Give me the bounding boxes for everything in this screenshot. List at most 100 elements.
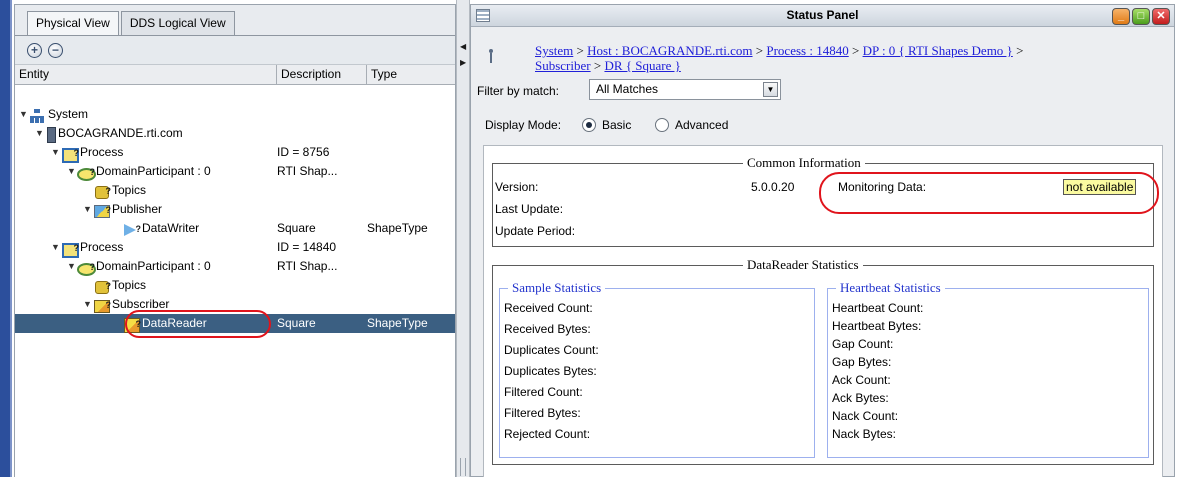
expand-arrow-icon[interactable]: ▼ — [35, 124, 45, 143]
stat-label: Received Count: — [504, 301, 593, 315]
stat-label: Ack Bytes: — [832, 391, 889, 405]
expand-arrow-icon[interactable]: ▼ — [67, 257, 77, 276]
breadcrumb-separator: > — [1012, 43, 1024, 58]
column-type[interactable]: Type — [367, 65, 455, 85]
tree-row-datawriter[interactable]: ? DataWriter Square ShapeType — [15, 219, 455, 238]
stat-label: Ack Count: — [832, 373, 891, 387]
expand-arrow-icon[interactable]: ▼ — [83, 200, 93, 219]
last-update-label: Last Update: — [495, 202, 564, 216]
stat-label: Duplicates Count: — [504, 343, 599, 357]
column-entity[interactable]: Entity — [15, 65, 277, 85]
breadcrumb-datareader[interactable]: DR { Square } — [604, 58, 680, 73]
tree-label: DomainParticipant : 0 — [96, 259, 211, 273]
breadcrumb-dp[interactable]: DP : 0 { RTI Shapes Demo } — [863, 43, 1013, 58]
close-button[interactable]: ✕ — [1152, 8, 1170, 25]
tree-description: Square — [277, 316, 316, 330]
expand-arrow-icon[interactable]: ▼ — [67, 162, 77, 181]
tree-description: RTI Shap... — [277, 164, 338, 178]
plus-icon: + — [30, 43, 38, 57]
tree-header: Entity Description Type — [15, 65, 455, 85]
tree-row-domain-participant[interactable]: ▼? DomainParticipant : 0 RTI Shap... — [15, 162, 455, 181]
tree-description: Square — [277, 221, 316, 235]
tree-description: ID = 8756 — [277, 145, 330, 159]
tree-row-domain-participant[interactable]: ▼? DomainParticipant : 0 RTI Shap... — [15, 257, 455, 276]
tree-row-system[interactable]: ▼ System — [15, 105, 455, 124]
tree-row-topics[interactable]: ? Topics — [15, 181, 455, 200]
collapse-left-arrow-icon[interactable]: ◀ — [460, 42, 466, 51]
publisher-icon: ? — [93, 203, 111, 218]
common-information-title: Common Information — [743, 155, 865, 171]
minimize-button[interactable]: _ — [1112, 8, 1130, 25]
breadcrumb-subscriber[interactable]: Subscriber — [535, 58, 591, 73]
stat-label: Duplicates Bytes: — [504, 364, 597, 378]
status-content: Common Information Version: 5.0.0.20 Las… — [483, 145, 1163, 477]
stat-label: Nack Count: — [832, 409, 899, 423]
tree-row-process[interactable]: ▼? Process ID = 8756 — [15, 143, 455, 163]
tree-description: RTI Shap... — [277, 259, 338, 273]
view-tabs: Physical View DDS Logical View — [27, 11, 237, 35]
tab-physical-view[interactable]: Physical View — [27, 11, 119, 35]
expand-arrow-icon[interactable]: ▼ — [83, 295, 93, 314]
topics-icon: ? — [93, 279, 111, 294]
heartbeat-statistics-group: Heartbeat Statistics Heartbeat Count: He… — [827, 280, 1149, 458]
heartbeat-statistics-title: Heartbeat Statistics — [836, 280, 945, 296]
tree-label: Topics — [112, 278, 147, 292]
tab-dds-logical-view[interactable]: DDS Logical View — [120, 11, 235, 35]
stat-label: Gap Count: — [832, 337, 894, 351]
stat-label: Received Bytes: — [504, 322, 591, 336]
tree-type: ShapeType — [367, 221, 428, 235]
stat-label: Filtered Count: — [504, 385, 583, 399]
breadcrumb-process[interactable]: Process : 14840 — [766, 43, 848, 58]
expand-arrow-icon[interactable]: ▼ — [19, 105, 29, 124]
display-mode-label: Display Mode: — [485, 118, 562, 132]
tree-row-process[interactable]: ▼? Process ID = 14840 — [15, 238, 455, 258]
collapse-right-arrow-icon[interactable]: ▶ — [460, 58, 466, 67]
expand-arrow-icon[interactable]: ▼ — [51, 238, 61, 257]
collapse-all-button[interactable]: − — [48, 43, 63, 58]
radio-basic-label[interactable]: Basic — [602, 118, 631, 132]
minus-icon: − — [51, 43, 59, 57]
breadcrumb-separator: > — [573, 43, 588, 58]
domain-participant-icon: ? — [77, 165, 96, 181]
stat-label: Rejected Count: — [504, 427, 591, 441]
radio-advanced-label[interactable]: Advanced — [675, 118, 728, 132]
version-value: 5.0.0.20 — [751, 180, 795, 194]
datareader-statistics-group: DataReader Statistics Sample Statistics … — [492, 257, 1154, 465]
status-panel-title-bar[interactable]: Status Panel _ □ ✕ — [471, 5, 1174, 27]
tree-label: System — [48, 107, 89, 121]
breadcrumb-separator: > — [590, 58, 605, 73]
tree-label: Process — [80, 240, 124, 254]
breadcrumb-host[interactable]: Host : BOCAGRANDE.rti.com — [587, 43, 752, 58]
stat-label: Filtered Bytes: — [504, 406, 581, 420]
sample-statistics-group: Sample Statistics Received Count: Receiv… — [499, 280, 815, 458]
panel-splitter[interactable]: ◀ ▶ — [456, 0, 470, 477]
breadcrumb-system[interactable]: System — [535, 43, 573, 58]
tree-row-topics[interactable]: ? Topics — [15, 276, 455, 295]
tree-toolbar: + − — [15, 35, 455, 65]
splitter-grip-icon[interactable] — [460, 458, 466, 476]
column-description[interactable]: Description — [277, 65, 367, 85]
process-icon: ? — [61, 146, 79, 163]
sample-statistics-title: Sample Statistics — [508, 280, 606, 296]
stat-label: Heartbeat Bytes: — [832, 319, 922, 333]
chevron-down-icon[interactable]: ▼ — [763, 82, 778, 97]
expand-all-button[interactable]: + — [27, 43, 42, 58]
pin-icon[interactable] — [487, 49, 495, 65]
highlight-ring — [125, 310, 271, 338]
tree-label: DomainParticipant : 0 — [96, 164, 211, 178]
entity-tree: ▼ System ▼ BOCAGRANDE.rti.com ▼? Process ID… — [15, 85, 455, 477]
version-label: Version: — [495, 180, 539, 194]
filter-select[interactable]: All Matches ▼ — [589, 79, 781, 100]
radio-advanced[interactable] — [655, 118, 669, 132]
stat-label: Nack Bytes: — [832, 427, 897, 441]
tree-label: Process — [80, 145, 124, 159]
subscriber-icon: ? — [93, 298, 111, 313]
expand-arrow-icon[interactable]: ▼ — [51, 143, 61, 162]
filter-label: Filter by match: — [477, 84, 560, 98]
tree-row-host[interactable]: ▼ BOCAGRANDE.rti.com — [15, 124, 455, 143]
tree-row-publisher[interactable]: ▼? Publisher — [15, 200, 455, 219]
datareader-statistics-title: DataReader Statistics — [743, 257, 863, 273]
maximize-button[interactable]: □ — [1132, 8, 1150, 25]
stat-label: Heartbeat Count: — [832, 301, 924, 315]
radio-basic[interactable] — [582, 118, 596, 132]
